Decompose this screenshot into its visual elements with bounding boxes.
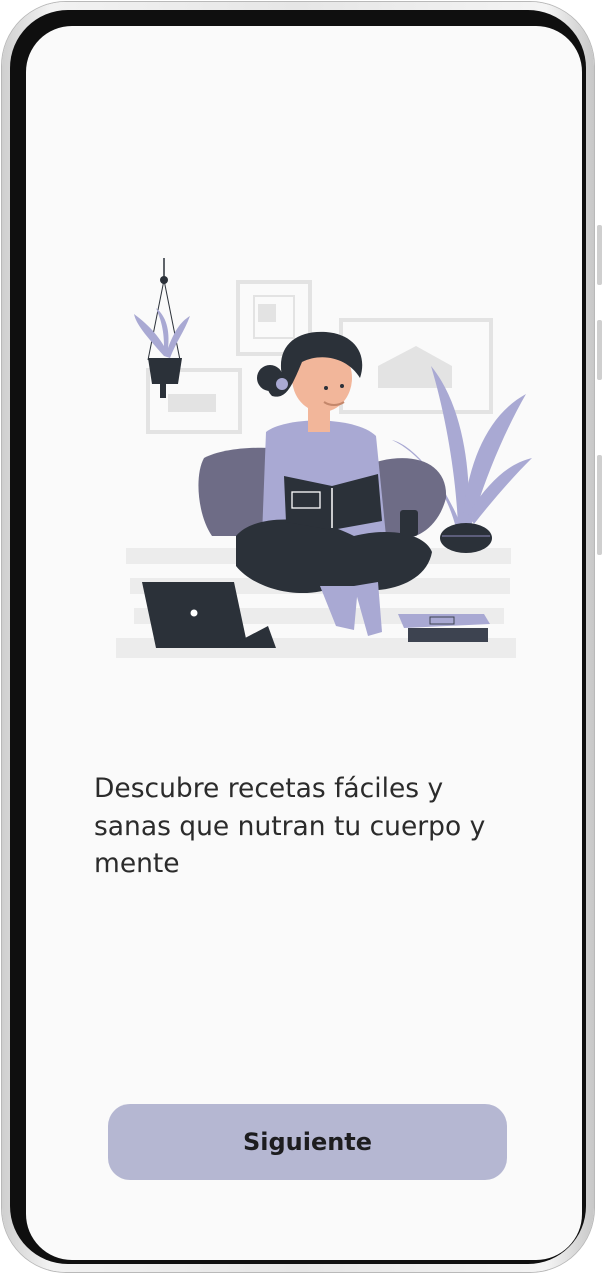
onboarding-headline: Descubre recetas fáciles y sanas que nut… (94, 773, 486, 879)
volume-down-button (597, 320, 602, 380)
next-button[interactable]: Siguiente (108, 1104, 507, 1180)
app-screen: Descubre recetas fáciles y sanas que nut… (26, 26, 582, 1260)
hanging-plant (134, 258, 190, 398)
volume-up-button (597, 225, 602, 285)
phone-frame: Descubre recetas fáciles y sanas que nut… (2, 2, 594, 1272)
phone-bezel: Descubre recetas fáciles y sanas que nut… (10, 10, 586, 1264)
power-button (597, 455, 602, 555)
woman-reading-illustration (116, 258, 532, 658)
books-stack (398, 614, 490, 642)
